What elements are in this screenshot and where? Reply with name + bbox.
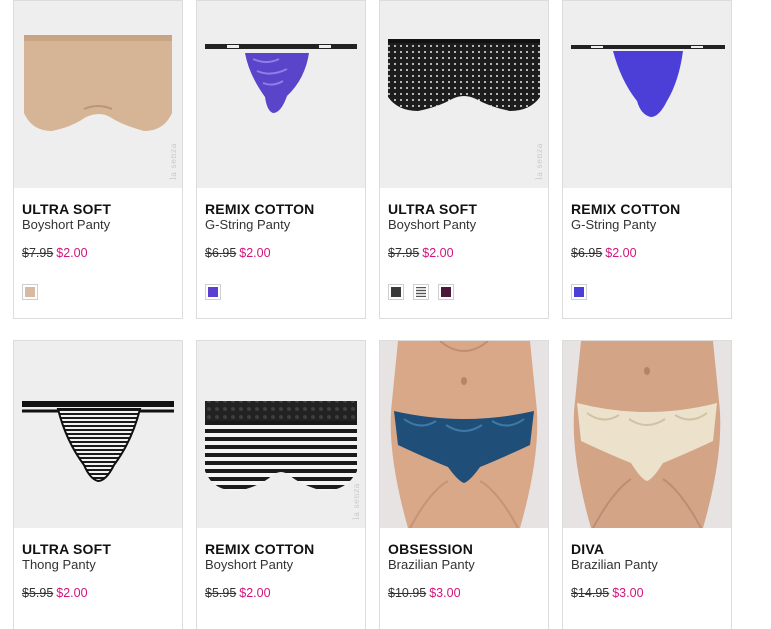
product-subtitle[interactable]: G-String Panty — [205, 217, 357, 232]
product-subtitle[interactable]: Thong Panty — [22, 557, 174, 572]
color-swatches — [571, 284, 723, 300]
product-image[interactable] — [197, 1, 365, 188]
product-image[interactable] — [563, 1, 731, 188]
product-title[interactable]: REMIX COTTON — [571, 202, 723, 217]
model-ivory-lace-panty-image — [573, 341, 721, 528]
gstring-panty-image — [205, 44, 357, 113]
original-price: $14.95 — [571, 586, 610, 600]
price-row: $5.95 $2.00 — [205, 586, 357, 600]
product-image[interactable] — [380, 341, 548, 528]
sale-price: $2.00 — [605, 246, 637, 260]
sale-price: $2.00 — [56, 586, 88, 600]
color-swatch[interactable] — [388, 284, 404, 300]
product-title[interactable]: REMIX COTTON — [205, 202, 357, 217]
boyshort-panty-image — [24, 35, 172, 131]
price-row: $6.95 $2.00 — [571, 246, 723, 260]
original-price: $7.95 — [22, 246, 54, 260]
original-price: $6.95 — [571, 246, 603, 260]
product-image[interactable] — [563, 341, 731, 528]
original-price: $5.95 — [22, 586, 54, 600]
sale-price: $2.00 — [422, 246, 454, 260]
color-swatch[interactable] — [571, 284, 587, 300]
model-teal-lace-panty-image — [390, 341, 538, 528]
product-image[interactable] — [14, 341, 182, 528]
sale-price: $3.00 — [429, 586, 461, 600]
product-title[interactable]: DIVA — [571, 542, 723, 557]
original-price: $7.95 — [388, 246, 420, 260]
price-row: $6.95 $2.00 — [205, 246, 357, 260]
color-swatch[interactable] — [438, 284, 454, 300]
price-row: $5.95 $2.00 — [22, 586, 174, 600]
product-image[interactable]: la senza — [197, 341, 365, 528]
sale-price: $2.00 — [239, 246, 271, 260]
price-row: $10.95 $3.00 — [388, 586, 540, 600]
product-card-diva-brazilian[interactable]: DIVA Brazilian Panty $14.95 $3.00 — [562, 340, 732, 629]
product-card-ultra-soft-boyshort-dots[interactable]: la senza ULTRA SOFT Boyshort Panty $7.95… — [379, 0, 549, 319]
color-swatches — [205, 284, 357, 300]
product-card-ultra-soft-boyshort[interactable]: la senza ULTRA SOFT Boyshort Panty $7.95… — [13, 0, 183, 319]
product-card-obsession-brazilian[interactable]: OBSESSION Brazilian Panty $10.95 $3.00 — [379, 340, 549, 629]
product-subtitle[interactable]: Brazilian Panty — [388, 557, 540, 572]
color-swatch[interactable] — [413, 284, 429, 300]
product-title[interactable]: OBSESSION — [388, 542, 540, 557]
product-card-ultra-soft-thong[interactable]: ULTRA SOFT Thong Panty $5.95 $2.00 — [13, 340, 183, 629]
sale-price: $2.00 — [56, 246, 88, 260]
striped-boyshort-image — [205, 401, 357, 491]
product-card-remix-cotton-boyshort[interactable]: la senza REMIX COTTON Boyshort Panty $5.… — [196, 340, 366, 629]
product-title[interactable]: REMIX COTTON — [205, 542, 357, 557]
color-swatches — [388, 284, 540, 300]
original-price: $10.95 — [388, 586, 427, 600]
polka-dot-boyshort-image — [388, 39, 540, 111]
product-card-remix-cotton-gstring[interactable]: REMIX COTTON G-String Panty $6.95 $2.00 — [196, 0, 366, 319]
product-title[interactable]: ULTRA SOFT — [22, 542, 174, 557]
original-price: $5.95 — [205, 586, 237, 600]
brand-watermark: la senza — [352, 483, 361, 520]
color-swatch[interactable] — [205, 284, 221, 300]
product-image[interactable]: la senza — [380, 1, 548, 188]
product-subtitle[interactable]: Brazilian Panty — [571, 557, 723, 572]
color-swatch[interactable] — [22, 284, 38, 300]
product-card-remix-cotton-gstring-blue[interactable]: REMIX COTTON G-String Panty $6.95 $2.00 — [562, 0, 732, 319]
gstring-panty-image — [571, 45, 725, 117]
price-row: $7.95 $2.00 — [388, 246, 540, 260]
product-subtitle[interactable]: Boyshort Panty — [388, 217, 540, 232]
product-title[interactable]: ULTRA SOFT — [22, 202, 174, 217]
color-swatches — [22, 284, 174, 300]
product-subtitle[interactable]: G-String Panty — [571, 217, 723, 232]
sale-price: $2.00 — [239, 586, 271, 600]
original-price: $6.95 — [205, 246, 237, 260]
price-row: $7.95 $2.00 — [22, 246, 174, 260]
price-row: $14.95 $3.00 — [571, 586, 723, 600]
product-subtitle[interactable]: Boyshort Panty — [22, 217, 174, 232]
product-title[interactable]: ULTRA SOFT — [388, 202, 540, 217]
product-subtitle[interactable]: Boyshort Panty — [205, 557, 357, 572]
sale-price: $3.00 — [612, 586, 644, 600]
striped-thong-image — [22, 401, 174, 483]
product-image[interactable]: la senza — [14, 1, 182, 188]
brand-watermark: la senza — [535, 143, 544, 180]
brand-watermark: la senza — [169, 143, 178, 180]
